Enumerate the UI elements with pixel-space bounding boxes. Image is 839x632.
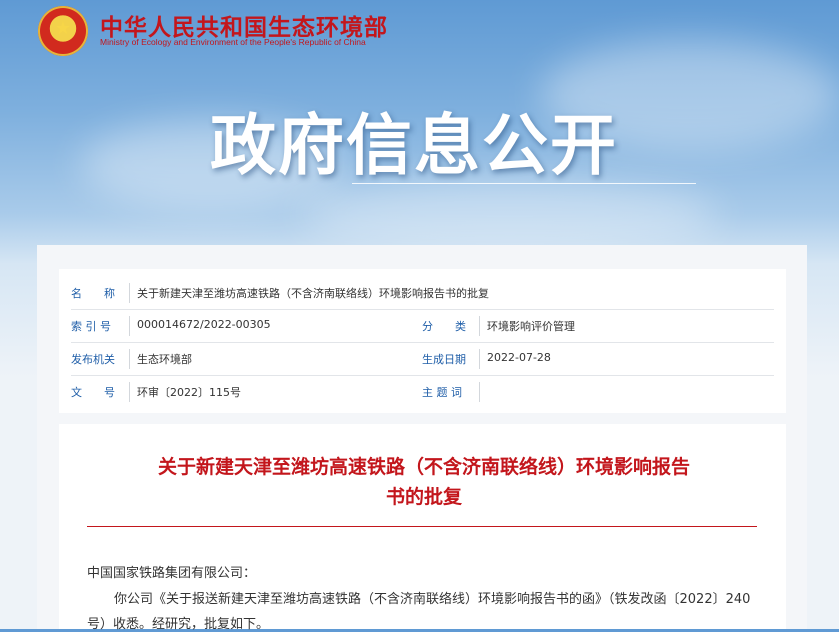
row-divider (71, 342, 774, 343)
salutation: 中国国家铁路集团有限公司： (87, 566, 257, 581)
meta-row-index: 索 引 号 000014672/2022-00305 分 类 环境影响评价管理 (71, 316, 774, 336)
row-divider (71, 309, 774, 310)
meta-value-name: 关于新建天津至潍坊高速铁路（不含济南联络线）环境影响报告书的批复 (137, 287, 489, 300)
meta-separator (479, 349, 480, 369)
document-title-line: 书的批复 (385, 486, 462, 508)
meta-separator (129, 349, 130, 369)
banner-divider (352, 183, 696, 184)
meta-label-issuer: 发布机关 (71, 353, 115, 366)
cloud-decoration (300, 180, 720, 250)
meta-separator (479, 316, 480, 336)
meta-label-date: 生成日期 (422, 353, 466, 366)
meta-label-name: 名 称 (71, 287, 115, 300)
paragraph-line: 号）收悉。经研究，批复如下。 (87, 617, 270, 632)
metadata-table: 名 称 关于新建天津至潍坊高速铁路（不含济南联络线）环境影响报告书的批复 索 引… (59, 269, 786, 413)
document-title-line: 关于新建天津至潍坊高速铁路（不含济南联络线）环境影响报告 (157, 456, 690, 478)
title-divider (87, 526, 757, 527)
header-banner: ★ 中华人民共和国生态环境部 Ministry of Ecology and E… (0, 0, 839, 250)
ministry-name-english[interactable]: Ministry of Ecology and Environment of t… (100, 37, 366, 47)
meta-label-index: 索 引 号 (71, 320, 111, 333)
meta-label-topic: 主 题 词 (422, 386, 462, 399)
document-title: 关于新建天津至潍坊高速铁路（不含济南联络线）环境影响报告 书的批复 (139, 452, 709, 512)
national-emblem-icon[interactable]: ★ (38, 6, 88, 56)
meta-label-docno: 文 号 (71, 386, 115, 399)
meta-row-issuer: 发布机关 生态环境部 生成日期 2022-07-28 (71, 349, 774, 369)
paragraph-line: 你公司《关于报送新建天津至潍坊高速铁路（不含济南联络线）环境影响报告书的函》（铁… (114, 592, 751, 607)
meta-value-issuer: 生态环境部 (137, 353, 192, 366)
meta-value-docno: 环审〔2022〕115号 (137, 386, 241, 399)
meta-separator (129, 316, 130, 336)
banner-title: 政府信息公开 (210, 107, 618, 184)
document-body: 关于新建天津至潍坊高速铁路（不含济南联络线）环境影响报告 书的批复 中国国家铁路… (59, 424, 786, 632)
meta-value-index: 000014672/2022-00305 (137, 318, 271, 331)
meta-value-date: 2022-07-28 (487, 351, 551, 364)
meta-label-category: 分 类 (422, 320, 466, 333)
meta-row-docno: 文 号 环审〔2022〕115号 主 题 词 (71, 382, 774, 402)
meta-separator (129, 382, 130, 402)
meta-separator (479, 382, 480, 402)
meta-separator (129, 283, 130, 303)
meta-value-category: 环境影响评价管理 (487, 320, 575, 333)
meta-row-name: 名 称 关于新建天津至潍坊高速铁路（不含济南联络线）环境影响报告书的批复 (71, 283, 774, 303)
row-divider (71, 375, 774, 376)
